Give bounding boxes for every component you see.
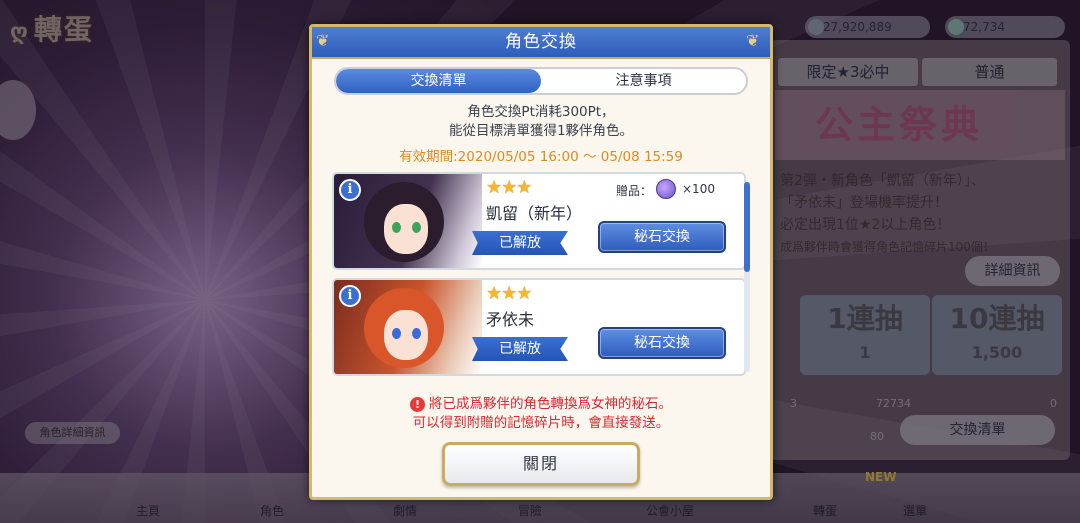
warning-icon: ! (410, 396, 425, 412)
gift-quantity: ×100 (682, 182, 715, 196)
character-portrait[interactable]: i (334, 280, 482, 374)
memory-piece-icon (656, 179, 676, 199)
character-portrait[interactable]: i (334, 174, 482, 268)
warning-line: 將已成爲夥伴的角色轉換爲女神的秘石。 (429, 396, 672, 412)
character-name: 矛依未 (486, 310, 535, 329)
portrait-eye (392, 328, 401, 339)
close-button[interactable]: 關閉 (442, 442, 640, 486)
warning-message: ! 將已成爲夥伴的角色轉換爲女神的秘石。 可以得到附贈的記憶碎片時，會直接發送。 (312, 395, 770, 433)
jewel-exchange-button[interactable]: 秘石交換 (598, 327, 726, 359)
dialog-tabs: 交換清單 注意事項 (334, 67, 748, 95)
portrait-face (384, 204, 428, 254)
rarity-stars: ★★★ (486, 283, 532, 304)
portrait-eye (412, 328, 421, 339)
portrait-face (384, 310, 428, 360)
unlocked-badge: 已解放 (472, 231, 568, 255)
description-line: 角色交換Pt消耗300Pt， (467, 104, 615, 120)
valid-period: 有效期間:2020/05/05 16:00 ～ 05/08 15:59 (399, 149, 683, 165)
dialog-header: 角色交換 (312, 27, 770, 59)
dialog-title: 角色交換 (505, 32, 577, 52)
rarity-stars: ★★★ (486, 177, 532, 198)
jewel-exchange-button[interactable]: 秘石交換 (598, 221, 726, 253)
character-name: 凱留（新年） (486, 204, 583, 223)
info-icon[interactable]: i (339, 179, 361, 201)
character-exchange-dialog: 角色交換 ❦ ❦ 交換清單 注意事項 角色交換Pt消耗300Pt， 能從目標清單… (309, 24, 773, 500)
corner-ornament-icon: ❦ (746, 31, 760, 50)
scrollbar-thumb[interactable] (744, 182, 750, 272)
corner-ornament-icon: ❦ (316, 31, 330, 50)
portrait-eye (412, 222, 421, 233)
portrait-eye (392, 222, 401, 233)
tab-exchange-list[interactable]: 交換清單 (336, 69, 541, 93)
list-item: i ★★★ 凱留（新年） 已解放 贈品： ×100 秘石交換 (332, 172, 746, 270)
gift-label: 贈品： (616, 184, 653, 198)
warning-line: 可以得到附贈的記憶碎片時，會直接發送。 (412, 415, 670, 431)
list-scrollbar[interactable] (744, 182, 750, 372)
unlocked-badge: 已解放 (472, 337, 568, 361)
list-item: i ★★★ 矛依未 已解放 秘石交換 (332, 278, 746, 376)
exchange-description: 角色交換Pt消耗300Pt， 能從目標清單獲得1夥伴角色。 (312, 103, 770, 141)
character-list: i ★★★ 凱留（新年） 已解放 贈品： ×100 秘石交換 i ★★★ 矛依未… (332, 172, 758, 378)
description-line: 能從目標清單獲得1夥伴角色。 (448, 123, 634, 139)
tab-notes[interactable]: 注意事項 (541, 69, 746, 93)
info-icon[interactable]: i (339, 285, 361, 307)
